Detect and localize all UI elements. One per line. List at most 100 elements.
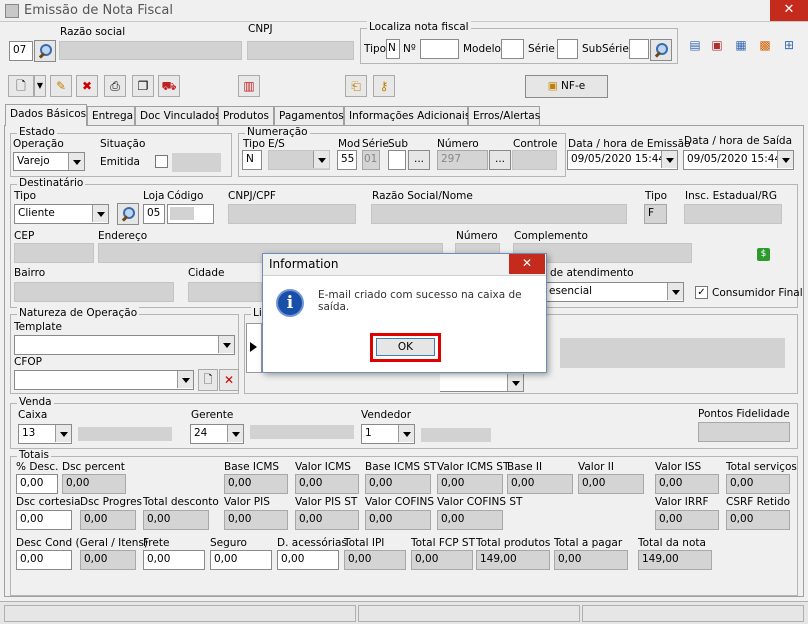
caixa-select[interactable]: 13 — [18, 424, 72, 444]
search-company-icon[interactable] — [34, 40, 56, 62]
tab-dados-basicos[interactable]: Dados Básicos — [5, 104, 87, 126]
caixa-chevron-down-icon[interactable] — [55, 425, 71, 442]
export-icon[interactable]: ⊞ — [778, 35, 800, 57]
num-sub-field[interactable] — [388, 150, 406, 170]
nfe-button[interactable]: ▣ NF-e — [525, 75, 608, 98]
dest-cidade-field[interactable] — [188, 282, 262, 302]
dest-bairro-field[interactable] — [14, 282, 174, 302]
tab-doc-vinculados[interactable]: Doc Vinculados — [135, 106, 220, 125]
dest-tipo-select[interactable]: Cliente — [14, 204, 109, 224]
copy-icon[interactable]: ❐ — [132, 75, 154, 97]
edit-icon[interactable]: ✎ — [50, 75, 72, 97]
cfop-select[interactable] — [14, 370, 194, 390]
totais-field: 0,00 — [437, 510, 503, 530]
localiza-search-icon[interactable] — [650, 39, 672, 61]
totais-field[interactable]: 0,00 — [210, 550, 272, 570]
dest-bairro-label: Bairro — [14, 267, 46, 279]
dest-insc-field[interactable] — [684, 204, 782, 224]
report-icon[interactable]: ▦ — [730, 35, 752, 57]
print-icon[interactable]: ⎙ — [104, 75, 126, 97]
new-dropdown-chevron-icon[interactable]: ▼ — [34, 75, 46, 97]
saida-datepicker[interactable]: 09/05/2020 15:44 — [683, 150, 794, 170]
vendedor-select[interactable]: 1 — [361, 424, 415, 444]
dialog-close-button[interactable]: ✕ — [509, 254, 545, 274]
dest-tipo-chevron-down-icon[interactable] — [92, 205, 108, 222]
emissao-chevron-down-icon[interactable] — [661, 151, 677, 168]
dest-cep-field[interactable] — [14, 243, 94, 263]
dest-atendimento-select[interactable]: esencial — [546, 282, 684, 302]
totais-label: Seguro — [210, 537, 247, 549]
gerente-select[interactable]: 24 — [190, 424, 244, 444]
totais-field[interactable]: 0,00 — [16, 474, 58, 494]
cfop-page-icon[interactable]: 🗋 — [198, 369, 218, 391]
document-list-icon[interactable]: ▤ — [684, 35, 706, 57]
operacao-chevron-down-icon[interactable] — [68, 153, 84, 170]
window-close-button[interactable]: ✕ — [770, 0, 808, 21]
truck-icon[interactable]: ⛟ — [158, 75, 180, 97]
localiza-subserie-field[interactable] — [629, 39, 649, 59]
consumidor-final-checkbox[interactable]: ✓ — [695, 286, 708, 299]
localiza-modelo-field[interactable] — [501, 39, 524, 59]
localiza-tipo-field[interactable]: N — [386, 39, 400, 59]
tab-entrega[interactable]: Entrega — [87, 106, 135, 125]
pdf-icon[interactable]: ▥ — [238, 75, 260, 97]
dest-codigo-field[interactable] — [167, 204, 214, 224]
new-document-icon[interactable]: 🗋 — [8, 75, 34, 97]
venda-title: Venda — [17, 396, 54, 408]
totais-label: Valor ISS — [655, 461, 702, 473]
template-select[interactable] — [14, 335, 235, 355]
list-select[interactable] — [440, 374, 524, 392]
num-sub-browse-button[interactable]: ... — [408, 150, 430, 170]
key-icon[interactable]: ⚷ — [373, 75, 395, 97]
gerente-chevron-down-icon[interactable] — [227, 425, 243, 442]
localiza-numero-field[interactable] — [420, 39, 459, 59]
num-tipo-field[interactable]: N — [242, 150, 262, 170]
dest-cpf-field[interactable] — [228, 204, 356, 224]
localiza-serie-field[interactable] — [557, 39, 578, 59]
cnpj-field[interactable] — [247, 41, 354, 60]
saida-chevron-down-icon[interactable] — [777, 151, 793, 168]
list-grid[interactable] — [246, 323, 262, 373]
operacao-select[interactable]: Varejo — [13, 152, 85, 171]
dest-razao-field[interactable] — [371, 204, 627, 224]
list-chevron-down-icon[interactable] — [507, 374, 523, 391]
invoice-icon[interactable]: ⎗ — [345, 75, 367, 97]
num-es-select[interactable] — [268, 150, 330, 170]
cfop-chevron-down-icon[interactable] — [177, 371, 193, 388]
dest-search-icon[interactable] — [117, 203, 139, 225]
num-numero-field: 297 — [437, 150, 488, 170]
totais-field[interactable]: 0,00 — [16, 550, 72, 570]
cfop-delete-icon[interactable]: ✕ — [219, 369, 239, 391]
tab-informacoes-adicionais[interactable]: Informações Adicionais — [344, 106, 470, 125]
totais-field[interactable]: 0,00 — [16, 510, 72, 530]
print-color-icon[interactable]: ▣ — [706, 35, 728, 57]
emissao-datepicker[interactable]: 09/05/2020 15:44 — [567, 150, 678, 170]
dest-loja-field[interactable]: 05 — [143, 204, 165, 224]
ok-button[interactable]: OK — [376, 338, 435, 356]
list-blurred-content — [560, 338, 785, 368]
num-mod-field[interactable]: 55 — [337, 150, 357, 170]
num-numero-browse-button[interactable]: ... — [489, 150, 511, 170]
dest-tipo-label: Tipo — [14, 190, 37, 202]
tab-erros-alertas[interactable]: Erros/Alertas — [468, 106, 540, 125]
grid-icon[interactable]: ▩ — [754, 35, 776, 57]
num-es-chevron-down-icon[interactable] — [313, 151, 329, 168]
company-code-field[interactable]: 07 — [9, 41, 33, 61]
vendedor-chevron-down-icon[interactable] — [398, 425, 414, 442]
template-chevron-down-icon[interactable] — [218, 336, 234, 353]
situacao-checkbox[interactable] — [155, 155, 168, 168]
dest-atendimento-chevron-down-icon[interactable] — [667, 283, 683, 300]
num-controle-label: Controle — [513, 138, 558, 150]
estado-title: Estado — [17, 126, 57, 138]
delete-icon[interactable]: ✖ — [76, 75, 98, 97]
totais-field: 0,00 — [726, 474, 790, 494]
tab-pagamentos[interactable]: Pagamentos — [274, 106, 344, 125]
tab-produtos[interactable]: Produtos — [218, 106, 274, 125]
numeracao-title: Numeração — [245, 126, 310, 138]
totais-field: 0,00 — [62, 474, 126, 494]
dollar-icon[interactable]: $ — [757, 248, 770, 261]
razao-social-field[interactable] — [59, 41, 242, 60]
totais-field[interactable]: 0,00 — [277, 550, 339, 570]
num-serie-label: Série — [362, 138, 389, 150]
totais-field[interactable]: 0,00 — [143, 550, 205, 570]
